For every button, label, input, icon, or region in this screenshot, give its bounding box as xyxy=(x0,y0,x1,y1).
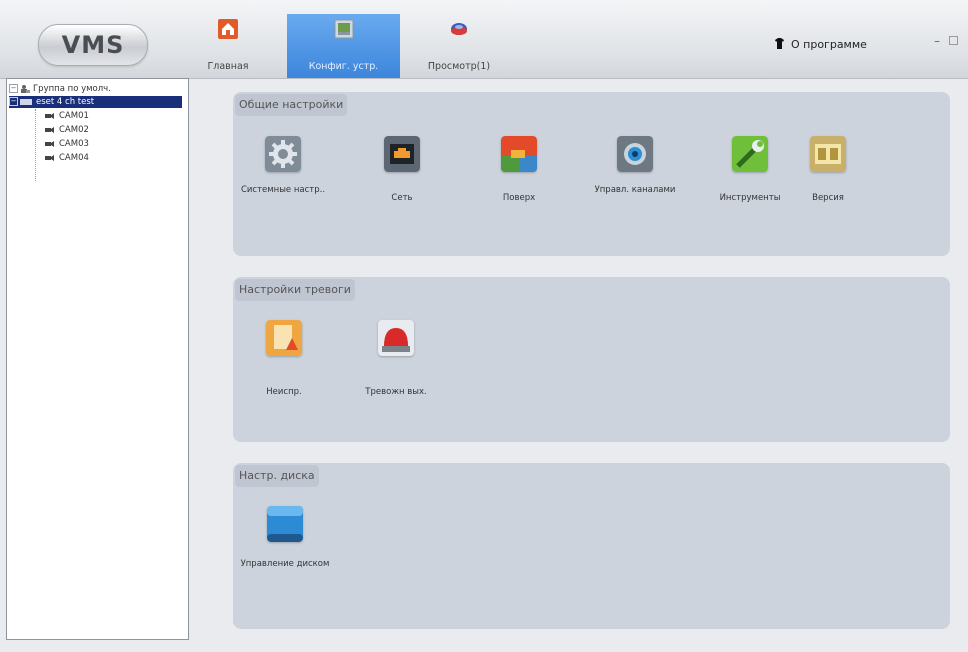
config-icon xyxy=(334,19,353,39)
section-title: Настр. диска xyxy=(235,465,319,487)
tree-connector xyxy=(35,109,37,181)
tree-camera-item[interactable]: CAM02 xyxy=(45,124,89,136)
fault-icon xyxy=(266,320,302,356)
alarm-light-icon xyxy=(378,320,414,356)
tile-label: Поверх xyxy=(502,193,536,203)
app-logo: VMS xyxy=(38,24,148,66)
tile-label: Сеть xyxy=(391,193,413,203)
channel-icon xyxy=(617,136,653,172)
camera-label: CAM03 xyxy=(59,139,89,149)
camera-label: CAM02 xyxy=(59,125,89,135)
tile-label: Неиспр. xyxy=(266,387,302,397)
disk-settings-section: Настр. диска Управление диском xyxy=(233,463,950,629)
minimize-button[interactable]: – xyxy=(934,34,940,48)
section-title: Общие настройки xyxy=(235,94,348,116)
top-toolbar: VMS Главная Конфиг. устр. Просмотр(1) О … xyxy=(0,0,968,79)
nav-tab-home[interactable]: Главная xyxy=(198,14,258,78)
tree-device-item[interactable]: − eset 4 ch test xyxy=(9,96,182,108)
camera-label: CAM01 xyxy=(59,111,89,121)
camera-icon xyxy=(45,154,54,161)
overlay-icon xyxy=(501,136,537,172)
tile-label: Управл. каналами xyxy=(594,185,676,195)
tree-device-label: eset 4 ch test xyxy=(36,97,95,107)
tile-label: Системные настр.. xyxy=(240,185,326,195)
nav-tab-config-label: Конфиг. устр. xyxy=(308,61,379,72)
nav-tab-view[interactable]: Просмотр(1) xyxy=(404,14,514,78)
tile-label: Версия xyxy=(812,193,844,203)
camera-label: CAM04 xyxy=(59,153,89,163)
tree-camera-item[interactable]: CAM04 xyxy=(45,152,89,164)
nav-tab-config[interactable]: Конфиг. устр. xyxy=(287,14,400,78)
gear-icon xyxy=(265,136,301,172)
group-icon xyxy=(21,84,30,93)
general-settings-section: Общие настройки Системные настр.. Сеть П… xyxy=(233,92,950,256)
dvr-icon xyxy=(20,98,32,105)
home-icon xyxy=(218,19,238,39)
section-title: Настройки тревоги xyxy=(235,279,355,301)
camera-view-icon xyxy=(451,23,467,35)
version-icon xyxy=(810,136,846,172)
camera-icon xyxy=(45,140,54,147)
nav-tab-view-label: Просмотр(1) xyxy=(427,61,491,72)
tree-camera-item[interactable]: CAM01 xyxy=(45,110,89,122)
tree-camera-item[interactable]: CAM03 xyxy=(45,138,89,150)
collapse-icon[interactable]: − xyxy=(9,97,18,106)
device-tree-panel: − Группа по умолч. − eset 4 ch test CAM01 … xyxy=(6,78,189,640)
tree-root-label: Группа по умолч. xyxy=(33,84,111,94)
shirt-icon xyxy=(775,38,784,49)
about-link[interactable]: О программе xyxy=(774,38,867,51)
tile-label: Тревожн вых. xyxy=(365,387,427,397)
disk-icon xyxy=(267,506,303,542)
network-icon xyxy=(384,136,420,172)
maximize-button[interactable] xyxy=(949,36,958,45)
tree-group-root[interactable]: − Группа по умолч. xyxy=(9,83,111,95)
nav-tab-home-label: Главная xyxy=(207,61,249,72)
camera-icon xyxy=(45,112,54,119)
tile-label: Управление диском xyxy=(240,559,330,569)
about-label: О программе xyxy=(791,38,867,51)
camera-icon xyxy=(45,126,54,133)
collapse-icon[interactable]: − xyxy=(9,84,18,93)
alarm-settings-section: Настройки тревоги Неиспр. Тревожн вых. xyxy=(233,277,950,442)
tools-icon xyxy=(732,136,768,172)
